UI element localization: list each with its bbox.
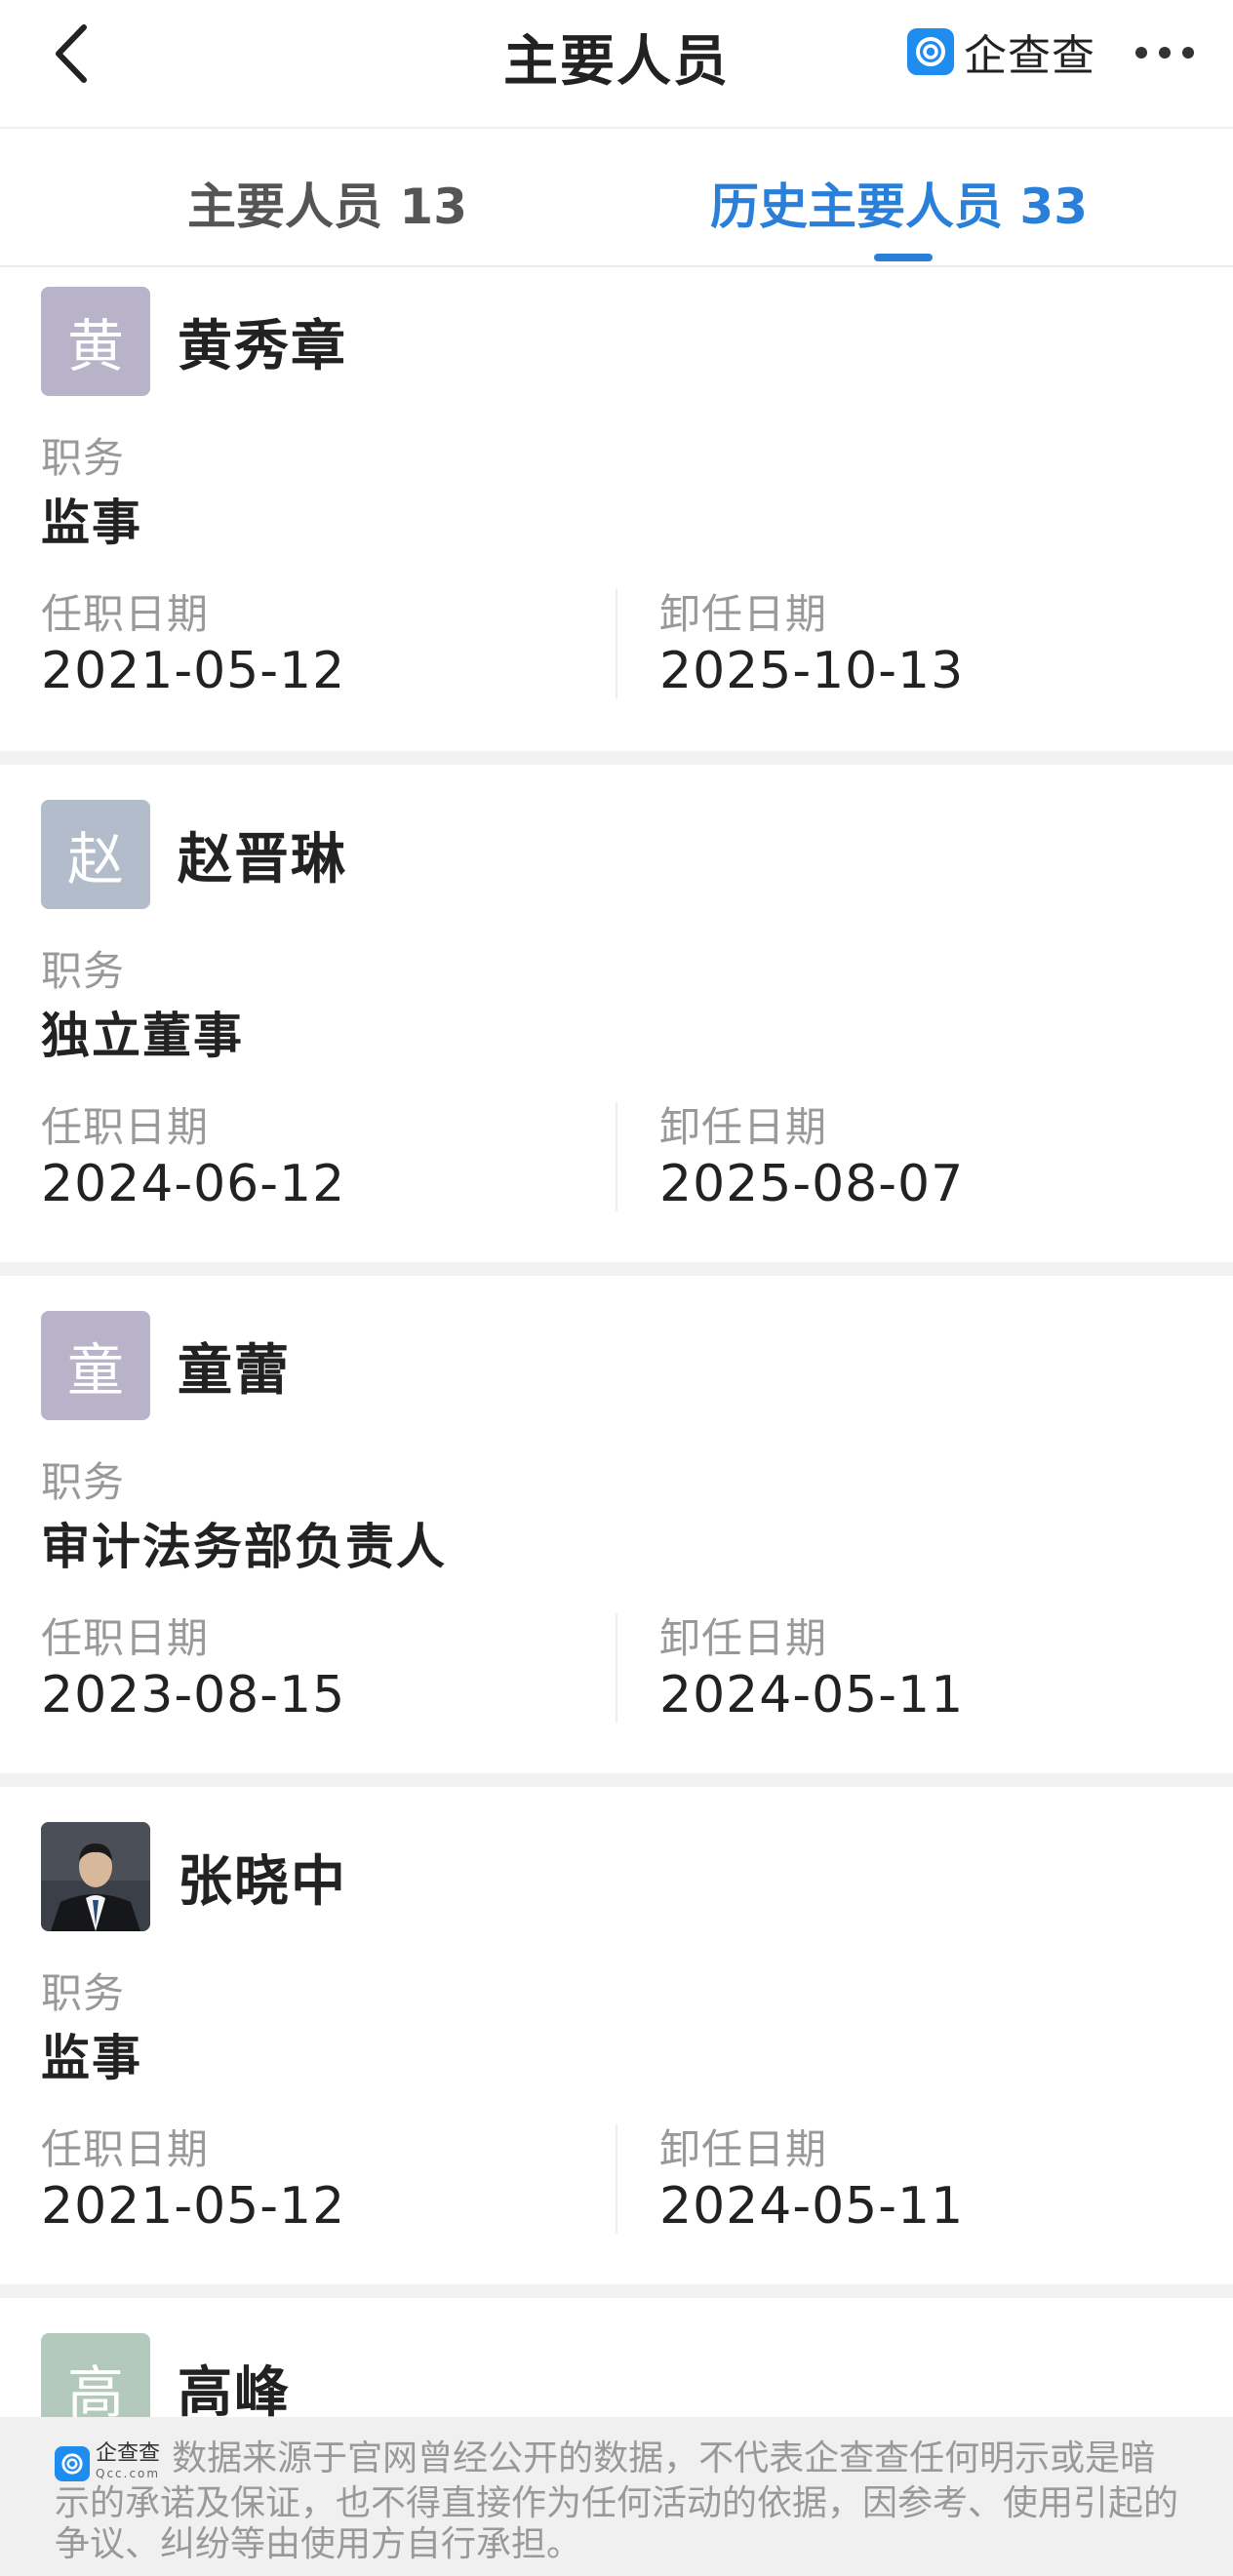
nav-bar: 主要人员 企查查 (0, 0, 1233, 129)
end-date-value: 2025-08-07 (659, 1155, 965, 1213)
card-separator (0, 1262, 1233, 1276)
end-date-value: 2024-05-11 (659, 1666, 965, 1724)
divider (616, 1613, 617, 1723)
role-value: 审计法务部负责人 (41, 1519, 447, 1575)
role-value: 独立董事 (41, 1008, 244, 1064)
disclaimer-body: 数据来源于官网曾经公开的数据，不代表企查查任何明示或是暗示的承诺及保证，也不得直… (55, 2438, 1179, 2564)
avatar: 赵 (41, 800, 150, 909)
qcc-logo-icon (55, 2446, 90, 2481)
end-date-label: 卸任日期 (659, 1614, 828, 1662)
person-card[interactable]: 童 童蕾 职务 审计法务部负责人 任职日期 2023-08-15 卸任日期 20… (0, 1276, 1233, 1773)
divider (616, 589, 617, 698)
qcc-logo-icon (907, 28, 954, 75)
end-date-value: 2024-05-11 (659, 2177, 965, 2236)
start-date-label: 任职日期 (41, 1614, 210, 1662)
avatar-photo (41, 1822, 150, 1931)
footer-brand-name: 企查查 (96, 2441, 161, 2466)
brand-name: 企查查 (964, 31, 1095, 81)
person-name[interactable]: 张晓中 (178, 1838, 347, 1917)
start-date-label: 任职日期 (41, 590, 210, 638)
end-date-label: 卸任日期 (659, 590, 828, 638)
start-date-label: 任职日期 (41, 1103, 210, 1151)
card-separator (0, 2284, 1233, 2298)
end-date-label: 卸任日期 (659, 1103, 828, 1151)
role-label: 职务 (41, 1458, 126, 1506)
role-value: 监事 (41, 2030, 142, 2086)
person-card[interactable]: 赵 赵晋琳 职务 独立董事 任职日期 2024-06-12 卸任日期 2025-… (0, 765, 1233, 1262)
start-date-value: 2021-05-12 (41, 2177, 346, 2236)
person-name[interactable]: 高峰 (178, 2349, 291, 2428)
disclaimer-footer: 企查查 Qcc.com 数据来源于官网曾经公开的数据，不代表企查查任何明示或是暗… (0, 2417, 1233, 2576)
role-label: 职务 (41, 1969, 126, 2017)
ellipsis-icon[interactable] (1134, 45, 1196, 60)
divider (616, 2124, 617, 2234)
person-name[interactable]: 黄秀章 (178, 302, 347, 381)
avatar: 童 (41, 1311, 150, 1420)
start-date-value: 2023-08-15 (41, 1666, 346, 1724)
person-photo-icon (41, 1822, 150, 1931)
person-card[interactable]: 黄 黄秀章 职务 监事 任职日期 2021-05-12 卸任日期 2025-10… (0, 267, 1233, 751)
start-date-value: 2021-05-12 (41, 642, 346, 700)
avatar: 黄 (41, 287, 150, 396)
card-separator (0, 751, 1233, 765)
person-card[interactable]: 张晓中 职务 监事 任职日期 2021-05-12 卸任日期 2024-05-1… (0, 1787, 1233, 2284)
brand-logo: 企查查 (907, 25, 1095, 81)
card-separator (0, 1773, 1233, 1787)
role-value: 监事 (41, 495, 142, 551)
qcc-mini-logo: 企查查 Qcc.com (55, 2441, 161, 2483)
start-date-label: 任职日期 (41, 2125, 210, 2173)
start-date-value: 2024-06-12 (41, 1155, 346, 1213)
end-date-label: 卸任日期 (659, 2125, 828, 2173)
person-name[interactable]: 童蕾 (178, 1327, 291, 1406)
divider (616, 1102, 617, 1211)
disclaimer-text: 企查查 Qcc.com 数据来源于官网曾经公开的数据，不代表企查查任何明示或是暗… (55, 2438, 1186, 2565)
role-label: 职务 (41, 947, 126, 995)
end-date-value: 2025-10-13 (659, 642, 965, 700)
tab-current-personnel[interactable]: 主要人员 13 (187, 168, 467, 238)
tab-bar: 主要人员 13 历史主要人员 33 (0, 129, 1233, 267)
tab-history-personnel[interactable]: 历史主要人员 33 (710, 168, 1088, 238)
active-tab-indicator (874, 254, 933, 261)
footer-brand-domain: Qcc.com (96, 2467, 161, 2480)
person-name[interactable]: 赵晋琳 (178, 815, 347, 894)
role-label: 职务 (41, 434, 126, 482)
